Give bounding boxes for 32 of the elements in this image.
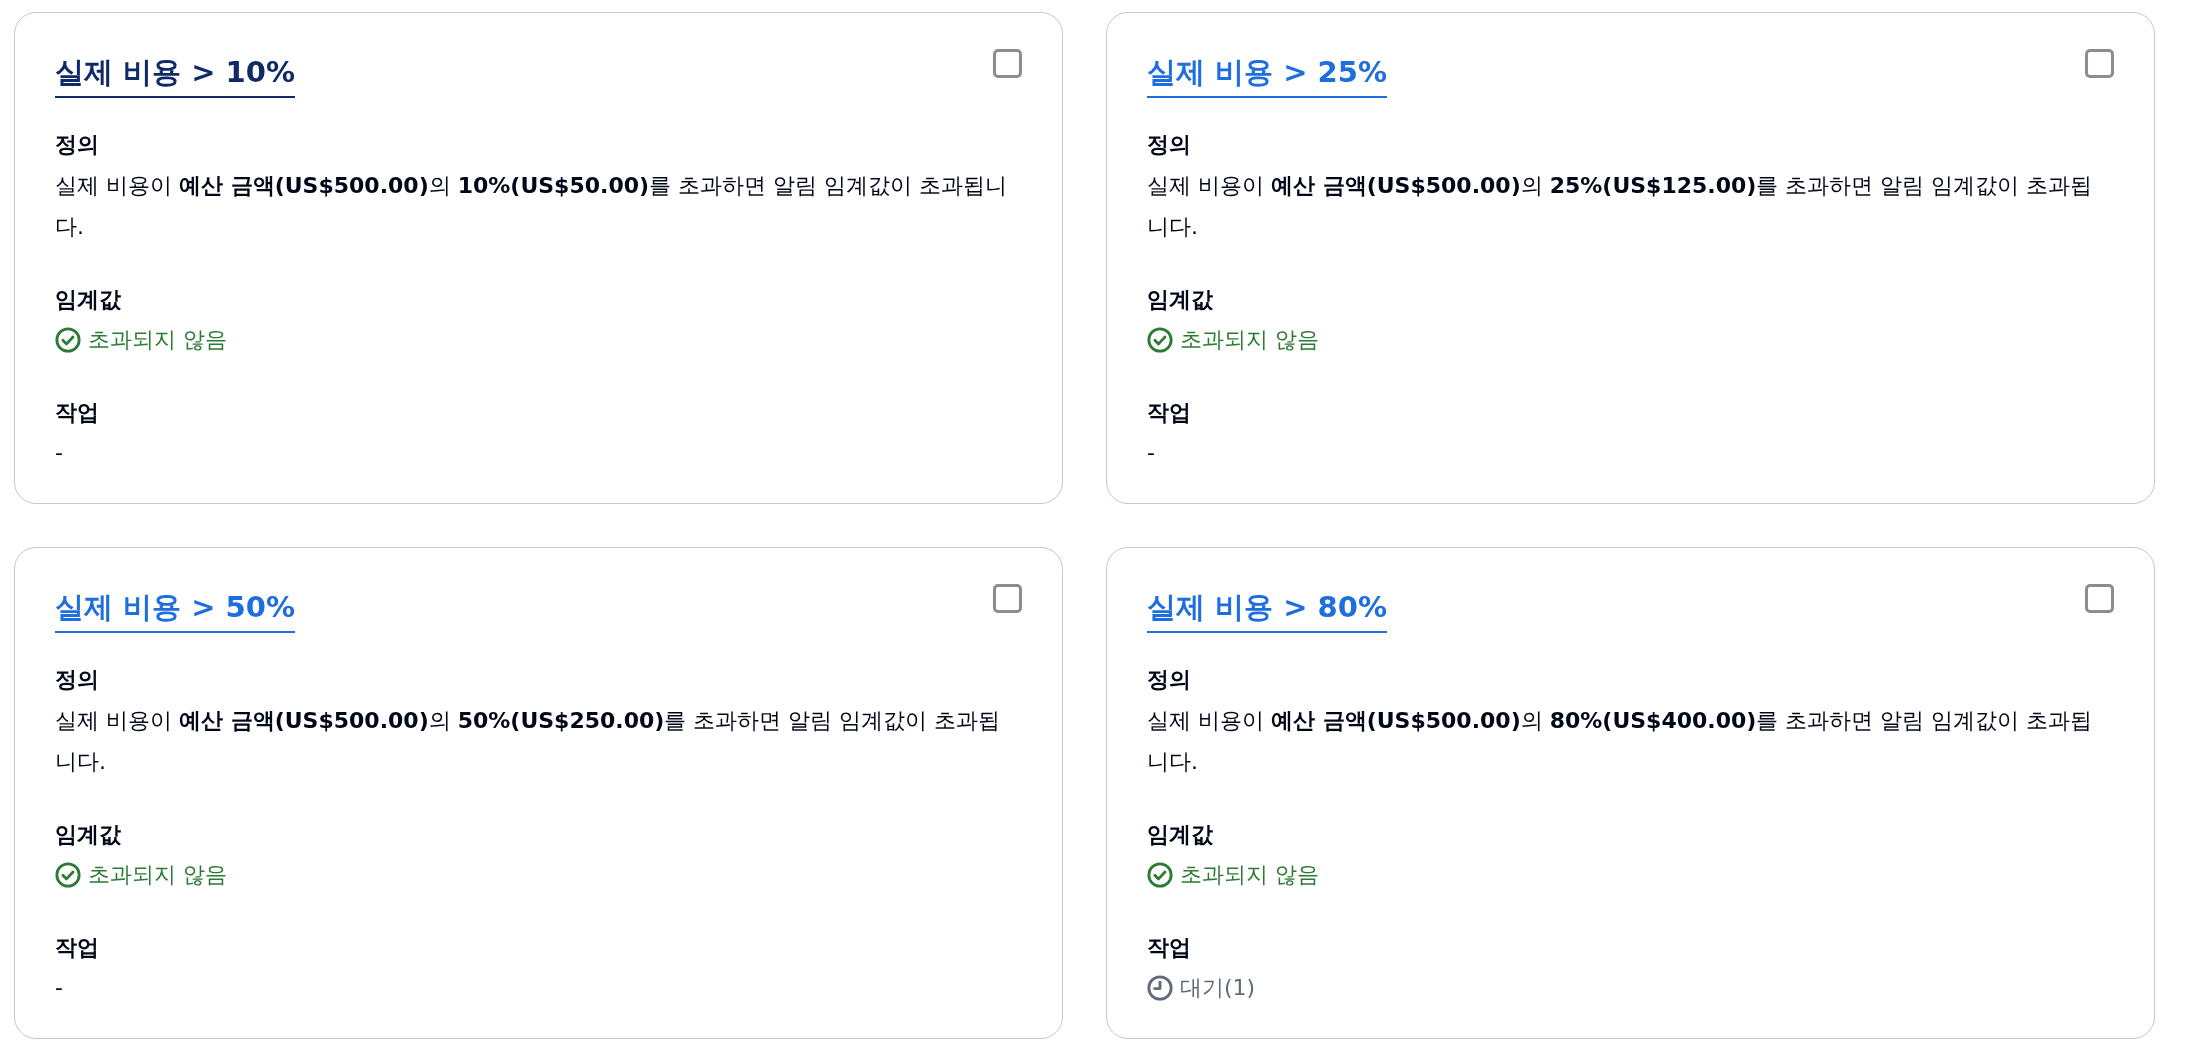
section-label: 정의 [55,666,100,694]
section-label: 임계값 [55,821,122,849]
action-status-text: 대기(1) [1180,974,1256,1002]
definition-text: 실제 비용이 예산 금액(US$500.00)의 50%(US$250.00)를 초과하면 알림 임계값이 초과됩니다. [55,707,1002,776]
section-label: 작업 [55,934,100,962]
select-checkbox[interactable] [2085,584,2114,613]
alarm-title-link[interactable]: 실제 비용 > 25% [1147,50,1387,98]
threshold-status-text: 초과되지 않음 [88,861,227,889]
definition-text: 실제 비용이 예산 금액(US$500.00)의 25%(US$125.00)를 초과하면 알림 임계값이 초과됩니다. [1147,172,2094,241]
action-status-text: - [55,974,63,1002]
section-label: 작업 [1147,399,1192,427]
section-label: 임계값 [1147,286,1214,314]
definition-text: 실제 비용이 예산 금액(US$500.00)의 10%(US$50.00)를 초과하면 알림 임계값이 초과됩니다. [55,172,1009,241]
select-checkbox[interactable] [993,49,1022,78]
section-label: 작업 [1147,934,1192,962]
section-label: 작업 [55,399,100,427]
section-label: 정의 [55,131,100,159]
alarm-title-link[interactable]: 실제 비용 > 50% [55,585,295,633]
definition-text: 실제 비용이 예산 금액(US$500.00)의 80%(US$400.00)를 초과하면 알림 임계값이 초과됩니다. [1147,707,2094,776]
section-label: 정의 [1147,131,1192,159]
threshold-status-text: 초과되지 않음 [88,326,227,354]
section-label: 정의 [1147,666,1192,694]
section-label: 임계값 [55,286,122,314]
threshold-status-text: 초과되지 않음 [1180,861,1319,889]
select-checkbox[interactable] [2085,49,2114,78]
action-status-text: - [1147,439,1155,467]
alarm-title-link[interactable]: 실제 비용 > 10% [55,50,295,98]
threshold-status-text: 초과되지 않음 [1180,326,1319,354]
section-label: 임계값 [1147,821,1214,849]
alarm-title-link[interactable]: 실제 비용 > 80% [1147,585,1387,633]
select-checkbox[interactable] [993,584,1022,613]
action-status-text: - [55,439,63,467]
